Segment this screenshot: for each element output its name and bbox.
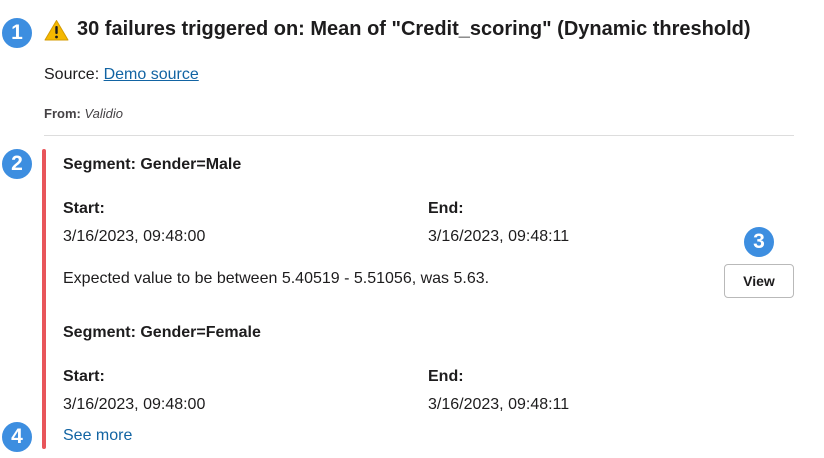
callout-badge-2: 2 (0, 147, 34, 181)
failure-message: Expected value to be between 5.40519 - 5… (63, 270, 490, 287)
attachment-accent-bar (42, 149, 46, 449)
view-button[interactable]: View (724, 264, 794, 298)
start-value: 3/16/2023, 09:48:00 (63, 396, 206, 413)
segment-title: Segment: Gender=Female (63, 324, 261, 341)
start-value: 3/16/2023, 09:48:00 (63, 228, 206, 245)
end-label: End: (428, 200, 464, 217)
callout-badge-3: 3 (742, 225, 776, 259)
alert-title: 30 failures triggered on: Mean of "Credi… (44, 18, 751, 41)
callout-badge-1: 1 (0, 16, 34, 50)
end-value: 3/16/2023, 09:48:11 (428, 228, 570, 245)
start-label: Start: (63, 368, 105, 385)
segment-title: Segment: Gender=Male (63, 156, 242, 173)
divider (44, 135, 794, 136)
source-link[interactable]: Demo source (104, 66, 199, 83)
warning-icon (44, 19, 69, 41)
start-label: Start: (63, 200, 105, 217)
alert-message: 1 2 3 4 30 failures triggered on: Mean o… (0, 0, 824, 458)
see-more-link[interactable]: See more (63, 427, 132, 445)
end-value: 3/16/2023, 09:48:11 (428, 396, 570, 413)
from-value: Validio (84, 106, 124, 121)
from-label: From: (44, 106, 81, 121)
end-label: End: (428, 368, 464, 385)
alert-title-text: 30 failures triggered on: Mean of "Credi… (77, 18, 751, 40)
callout-badge-4: 4 (0, 420, 34, 454)
source-line: Source: Demo source (44, 66, 199, 84)
source-label: Source: (44, 66, 100, 83)
from-line: From: Validio (44, 106, 123, 121)
